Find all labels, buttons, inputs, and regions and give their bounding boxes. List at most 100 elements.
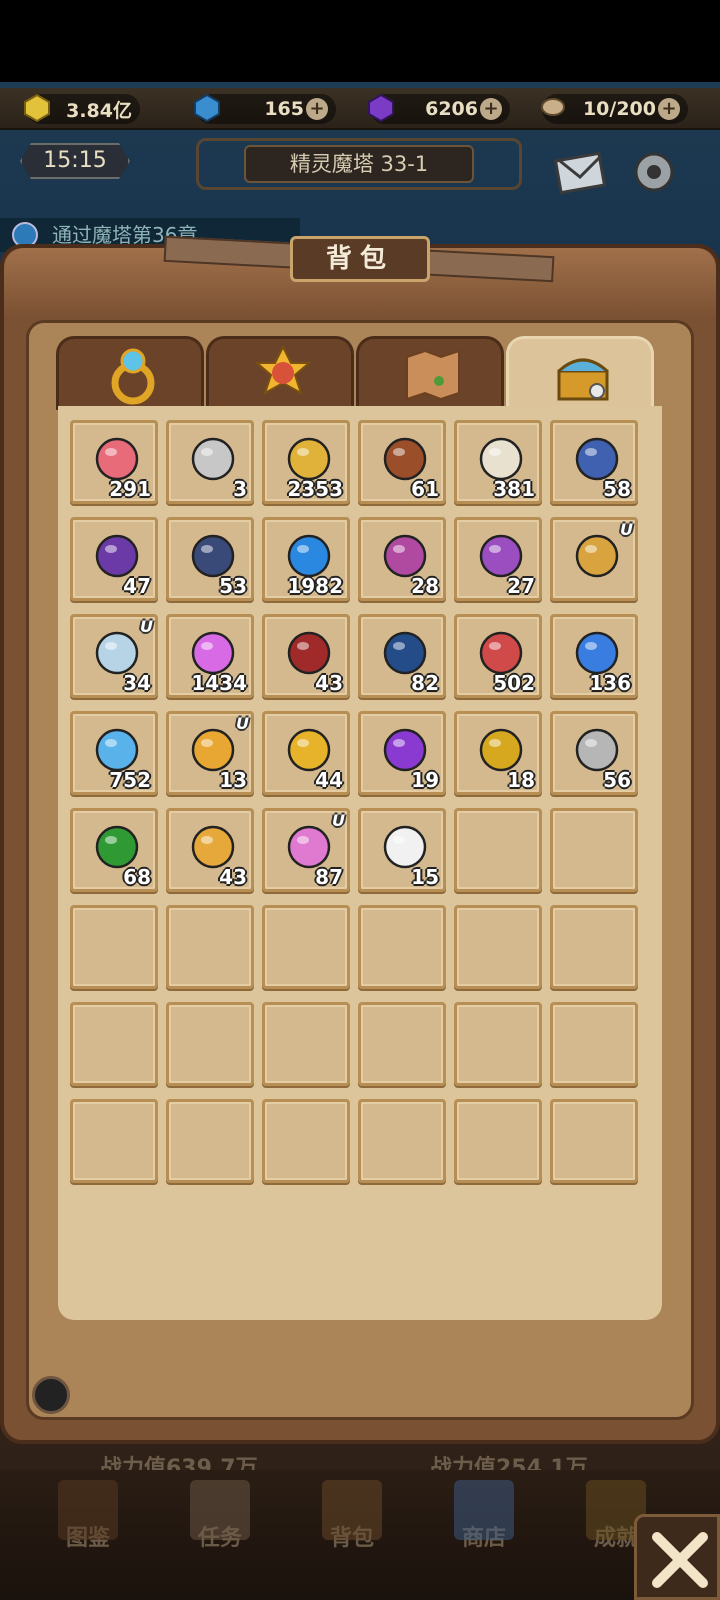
inventory-slot[interactable]: 1982 — [262, 517, 350, 601]
inventory-slot[interactable]: 61 — [358, 420, 446, 504]
empty-slot[interactable] — [454, 1002, 542, 1086]
empty-slot[interactable] — [70, 1002, 158, 1086]
inventory-slot[interactable]: 381 — [454, 420, 542, 504]
item-count: 15 — [411, 865, 439, 889]
tab-heroes[interactable] — [206, 336, 354, 410]
stamina-counter[interactable]: 10/200 + — [541, 94, 688, 124]
close-icon — [652, 1532, 708, 1588]
inventory-slot[interactable]: 47 — [70, 517, 158, 601]
empty-slot[interactable] — [358, 1099, 446, 1183]
inventory-slot[interactable]: 43 — [166, 808, 254, 892]
close-button[interactable] — [634, 1514, 720, 1600]
empty-slot[interactable] — [358, 1002, 446, 1086]
inventory-slot[interactable]: U — [550, 517, 638, 601]
tab-equipment[interactable] — [56, 336, 204, 410]
purple-gem-counter[interactable]: 6206 + — [368, 93, 510, 124]
inventory-slot[interactable]: 752 — [70, 711, 158, 795]
empty-slot[interactable] — [454, 808, 542, 892]
nav-backpack[interactable]: 背包 — [302, 1480, 402, 1552]
tab-maps[interactable] — [356, 336, 504, 410]
gold-value: 3.84亿 — [66, 99, 132, 122]
shop-chest-icon — [454, 1480, 514, 1540]
empty-slot[interactable] — [166, 905, 254, 989]
purple-gem-value: 6206 — [425, 98, 478, 120]
inventory-slot[interactable]: U 13 — [166, 711, 254, 795]
nav-tasks[interactable]: 任务 — [170, 1480, 270, 1552]
item-count: 61 — [411, 477, 439, 501]
empty-slot[interactable] — [358, 905, 446, 989]
status-bar — [0, 0, 720, 82]
empty-slot[interactable] — [454, 1099, 542, 1183]
inventory-slot[interactable]: U 34 — [70, 614, 158, 698]
inventory-slot[interactable]: 44 — [262, 711, 350, 795]
inventory-slot[interactable]: 291 — [70, 420, 158, 504]
blue-gem-counter[interactable]: 165 + — [194, 93, 336, 124]
inventory-slot[interactable]: U 87 — [262, 808, 350, 892]
treasure-chest-icon — [557, 358, 609, 401]
item-count: 87 — [315, 865, 343, 889]
empty-slot[interactable] — [454, 905, 542, 989]
inventory-slot[interactable]: 2353 — [262, 420, 350, 504]
inventory-slot[interactable]: 502 — [454, 614, 542, 698]
inventory-slot[interactable]: 3 — [166, 420, 254, 504]
hourglass-icon — [575, 534, 619, 578]
gold-counter: 3.84亿 — [24, 93, 140, 124]
empty-slot[interactable] — [262, 1099, 350, 1183]
mail-icon[interactable] — [552, 147, 608, 197]
empty-slot[interactable] — [166, 1002, 254, 1086]
item-count: 44 — [315, 768, 343, 792]
empty-slot[interactable] — [70, 1099, 158, 1183]
inventory-slot[interactable]: 15 — [358, 808, 446, 892]
inventory-slot[interactable]: 27 — [454, 517, 542, 601]
inventory-slot[interactable]: 82 — [358, 614, 446, 698]
item-count: 381 — [493, 477, 535, 501]
item-count: 34 — [123, 671, 151, 695]
blue-gem-value: 165 — [264, 98, 304, 120]
timer: 15:15 — [20, 143, 130, 179]
inventory-slot[interactable]: 58 — [550, 420, 638, 504]
inventory-slot[interactable]: 18 — [454, 711, 542, 795]
item-count: 136 — [589, 671, 631, 695]
item-count: 43 — [315, 671, 343, 695]
nav-shop[interactable]: 商店 — [434, 1480, 534, 1552]
inventory-slot[interactable]: 19 — [358, 711, 446, 795]
inventory-slot[interactable]: 56 — [550, 711, 638, 795]
item-count: 47 — [123, 574, 151, 598]
item-count: 502 — [493, 671, 535, 695]
resource-bar: 3.84亿 165 + 6206 + 10/200 + — [0, 88, 720, 130]
inventory-slot[interactable]: 1434 — [166, 614, 254, 698]
add-stamina-button[interactable]: + — [658, 98, 680, 120]
settings-gear-icon[interactable] — [626, 147, 682, 197]
empty-slot[interactable] — [550, 808, 638, 892]
empty-slot[interactable] — [550, 1099, 638, 1183]
stage-label[interactable]: 精灵魔塔 33-1 — [244, 145, 474, 183]
round-toggle-button[interactable] — [32, 1376, 70, 1414]
inventory-slot[interactable]: 53 — [166, 517, 254, 601]
item-count: 28 — [411, 574, 439, 598]
item-count: 68 — [123, 865, 151, 889]
nav-codex[interactable]: 图鉴 — [38, 1480, 138, 1552]
empty-slot[interactable] — [262, 905, 350, 989]
item-count: 82 — [411, 671, 439, 695]
empty-slot[interactable] — [166, 1099, 254, 1183]
empty-slot[interactable] — [262, 1002, 350, 1086]
tab-items[interactable] — [506, 336, 654, 410]
meat-icon — [541, 98, 565, 116]
empty-slot[interactable] — [550, 1002, 638, 1086]
blue-gem-icon — [194, 93, 220, 123]
add-blue-gem-button[interactable]: + — [306, 98, 328, 120]
inventory-slot[interactable]: 28 — [358, 517, 446, 601]
inventory-slot[interactable]: 136 — [550, 614, 638, 698]
stamina-value: 10/200 — [582, 98, 656, 120]
inventory-slot[interactable]: 68 — [70, 808, 158, 892]
upgrade-badge: U — [620, 520, 633, 539]
item-count: 13 — [219, 768, 247, 792]
inventory-slot[interactable]: 43 — [262, 614, 350, 698]
upgrade-badge: U — [236, 714, 249, 733]
stage-text: 精灵魔塔 33-1 — [289, 152, 429, 176]
empty-slot[interactable] — [550, 905, 638, 989]
item-count: 1434 — [191, 671, 247, 695]
add-purple-gem-button[interactable]: + — [480, 98, 502, 120]
empty-slot[interactable] — [70, 905, 158, 989]
ring-icon — [111, 348, 155, 405]
